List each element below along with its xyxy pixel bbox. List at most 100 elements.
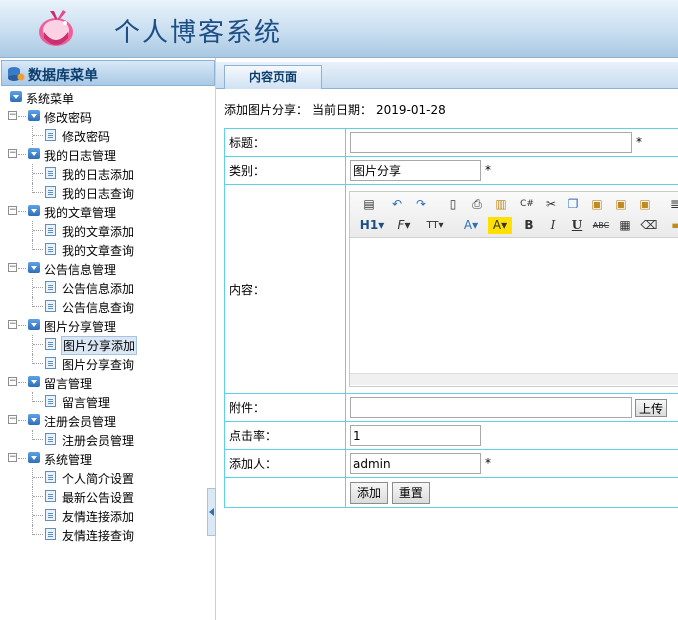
copy-icon[interactable]: ❐ [564,196,582,213]
menu-item-diary-query[interactable]: 我的日志查询 [0,183,216,202]
source-icon[interactable]: ▤ [360,196,378,213]
menu-item-article-query[interactable]: 我的文章查询 [0,240,216,259]
menu-group-picture[interactable]: − 图片分享管理 [0,316,216,335]
table-icon[interactable]: ▦ [616,217,634,234]
add-picture-form: 标题： * 类别： * 内容： ▤ ↶ ↷ ▯ ⎙ [224,128,678,508]
tab-content-page[interactable]: 内容页面 [224,65,322,89]
menu-item-article-add[interactable]: 我的文章添加 [0,221,216,240]
collapse-toggle-icon[interactable]: − [8,263,17,272]
collapse-toggle-icon[interactable]: − [8,111,17,120]
clicks-label: 点击率： [224,421,346,450]
category-input[interactable] [350,160,481,181]
row-clicks: 点击率： [224,421,678,450]
menu-group-member[interactable]: − 注册会员管理 [0,411,216,430]
collapse-toggle-icon[interactable]: − [8,377,17,386]
page-icon [45,224,56,236]
menu-group-diary[interactable]: − 我的日志管理 [0,145,216,164]
print-icon[interactable]: ⎙ [468,196,486,213]
paste-icon[interactable]: ▣ [588,196,606,213]
menu-item-label[interactable]: 友情连接查询 [62,527,134,544]
attachment-input[interactable] [350,397,632,418]
menu-item-label[interactable]: 修改密码 [62,128,110,145]
menu-item-label[interactable]: 公告信息添加 [62,280,134,297]
menu-item-latest-notice[interactable]: 最新公告设置 [0,487,216,506]
page-info: 添加图片分享： 当前日期： 2019-01-28 [224,101,450,118]
collapse-toggle-icon[interactable]: − [8,149,17,158]
collapse-toggle-icon[interactable]: − [8,415,17,424]
date-label: 当前日期： [312,103,373,117]
menu-item-label[interactable]: 我的文章查询 [62,242,134,259]
align-icon[interactable]: ≣ [666,196,678,213]
underline-button[interactable]: U [568,217,586,234]
reset-button[interactable]: 重置 [391,481,430,504]
menu-item-label[interactable]: 我的日志添加 [62,166,134,183]
italic-button[interactable]: I [544,217,562,234]
menu-item-label[interactable]: 图片分享查询 [62,356,134,373]
template-icon[interactable]: ▥ [492,196,510,213]
page-icon [45,357,56,369]
sidebar-title: 数据库菜单 [28,68,98,84]
image-icon[interactable]: ▬ [668,217,678,234]
heading-button[interactable]: H1▾ [358,217,386,234]
database-icon [8,67,25,81]
font-color-icon[interactable]: A▾ [460,217,482,234]
folder-icon [28,110,40,121]
preview-icon[interactable]: ▯ [444,196,462,213]
menu-item-member[interactable]: 注册会员管理 [0,430,216,449]
menu-group-system[interactable]: − 系统管理 [0,449,216,468]
menu-item-diary-add[interactable]: 我的日志添加 [0,164,216,183]
menu-item-label[interactable]: 最新公告设置 [62,489,134,506]
menu-item-label[interactable]: 留言管理 [62,394,110,411]
menu-item-label[interactable]: 我的日志查询 [62,185,134,202]
menu-group-password[interactable]: − 修改密码 [0,107,216,126]
strikethrough-button[interactable]: ABC [590,217,612,234]
collapse-toggle-icon[interactable]: − [8,320,17,329]
undo-icon[interactable]: ↶ [388,196,406,213]
font-size-button[interactable]: TT▾ [422,217,448,234]
menu-item-link-add[interactable]: 友情连接添加 [0,506,216,525]
menu-group-notice[interactable]: − 公告信息管理 [0,259,216,278]
author-label: 添加人： [224,449,346,478]
menu-item-label[interactable]: 友情连接添加 [62,508,134,525]
submit-button[interactable]: 添加 [350,481,389,504]
editor-horizontal-scrollbar[interactable] [350,373,678,385]
cut-icon[interactable]: ✂ [542,196,560,213]
menu-item-profile[interactable]: 个人简介设置 [0,468,216,487]
menu-group-article[interactable]: − 我的文章管理 [0,202,216,221]
upload-button[interactable]: 上传 [635,398,668,417]
menu-item-label[interactable]: 公告信息查询 [62,299,134,316]
menu-item-notice-query[interactable]: 公告信息查询 [0,297,216,316]
menu-group-label: 修改密码 [44,111,93,125]
menu-item-label[interactable]: 我的文章添加 [62,223,134,240]
paste-word-icon[interactable]: ▣ [636,196,654,213]
author-input[interactable] [350,453,481,474]
bold-button[interactable]: B [520,217,538,234]
code-icon[interactable]: C# [518,196,536,213]
menu-item-label[interactable]: 注册会员管理 [62,432,134,449]
collapse-toggle-icon[interactable]: − [8,453,17,462]
eraser-icon[interactable]: ⌫ [640,217,658,234]
menu-item-label[interactable]: 图片分享添加 [61,336,138,355]
menu-item-link-query[interactable]: 友情连接查询 [0,525,216,544]
menu-item-notice-add[interactable]: 公告信息添加 [0,278,216,297]
row-attachment: 附件： 上传 [224,393,678,422]
menu-group-message[interactable]: − 留言管理 [0,373,216,392]
collapse-toggle-icon[interactable]: − [8,206,17,215]
menu-item-change-password[interactable]: 修改密码 [0,126,216,145]
category-label: 类别： [224,156,346,185]
title-input[interactable] [350,132,632,153]
sidebar-header: 数据库菜单 [1,60,215,86]
menu-item-label[interactable]: 个人简介设置 [62,470,134,487]
sidebar-collapse-button[interactable] [207,488,216,536]
highlight-color-icon[interactable]: A▾ [488,217,512,234]
font-family-button[interactable]: F▾ [392,217,416,234]
clicks-input[interactable] [350,425,481,446]
menu-item-message[interactable]: 留言管理 [0,392,216,411]
menu-item-picture-query[interactable]: 图片分享查询 [0,354,216,373]
menu-item-picture-add[interactable]: 图片分享添加 [0,335,216,355]
rich-text-editor[interactable]: ▤ ↶ ↷ ▯ ⎙ ▥ C# ✂ ❐ ▣ ▣ ▣ ≣ H1▾ F▾ TT▾ A▾… [349,191,678,387]
redo-icon[interactable]: ↷ [412,196,430,213]
row-category: 类别： * [224,156,678,185]
paste-text-icon[interactable]: ▣ [612,196,630,213]
page-icon [45,243,56,255]
